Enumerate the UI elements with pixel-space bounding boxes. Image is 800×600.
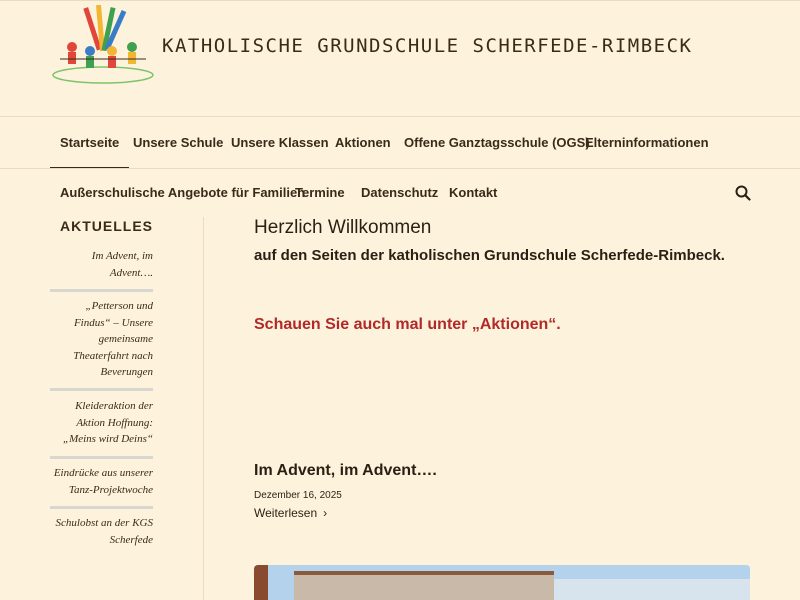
welcome-subtitle: auf den Seiten der katholischen Grundsch… <box>254 247 725 264</box>
post-image-scene <box>254 565 750 600</box>
secondary-navigation: Außerschulische Angebote für Familien Te… <box>50 169 750 217</box>
nav-item-startseite[interactable]: Startseite <box>50 118 130 169</box>
nav-item-unsere-schule[interactable]: Unsere Schule <box>133 118 223 168</box>
post-date: Dezember 16, 2025 <box>254 490 342 501</box>
sidebar-separator <box>50 388 153 391</box>
post-image[interactable] <box>254 565 750 600</box>
post-title[interactable]: Im Advent, im Advent…. <box>254 462 437 480</box>
nav-item-datenschutz[interactable]: Datenschutz <box>361 169 438 217</box>
sidebar-news-item[interactable]: „Petterson und Findus“ – Unsere gemeinsa… <box>50 298 153 381</box>
sidebar-news-item[interactable]: Eindrücke aus unserer Tanz-Projektwoche <box>50 465 153 498</box>
welcome-title: Herzlich Willkommen <box>254 217 432 238</box>
nav-item-unsere-klassen[interactable]: Unsere Klassen <box>231 118 329 168</box>
sidebar-heading: AKTUELLES <box>60 218 153 234</box>
school-logo[interactable] <box>50 5 156 85</box>
sidebar-divider <box>203 217 204 600</box>
nav-item-ausserschulische-angebote[interactable]: Außerschulische Angebote für Familien <box>60 169 305 217</box>
sidebar-news-item[interactable]: Schulobst an der KGS Scherfede <box>50 515 153 548</box>
chevron-right-icon: › <box>323 506 328 520</box>
sidebar-news-item[interactable]: Im Advent, im Advent…. <box>50 248 153 281</box>
sidebar-separator <box>50 289 153 292</box>
read-more-link[interactable]: Weiterlesen › <box>254 506 327 520</box>
sidebar-news-item[interactable]: Kleideraktion der Aktion Hoffnung: „Mein… <box>50 398 153 448</box>
nav-item-elterninformationen[interactable]: Elterninformationen <box>585 118 709 168</box>
nav-item-ogs[interactable]: Offene Ganztagsschule (OGS) <box>404 118 590 168</box>
aktionen-hint: Schauen Sie auch mal unter „Aktionen“. <box>254 316 561 333</box>
site-title[interactable]: KATHOLISCHE GRUNDSCHULE SCHERFEDE-RIMBEC… <box>162 35 693 57</box>
nav-item-termine[interactable]: Termine <box>295 169 345 217</box>
sidebar-separator <box>50 506 153 509</box>
search-icon[interactable] <box>735 185 751 201</box>
nav-item-aktionen[interactable]: Aktionen <box>335 118 391 168</box>
read-more-label: Weiterlesen <box>254 506 318 520</box>
sidebar-separator <box>50 456 153 459</box>
primary-navigation: Startseite Unsere Schule Unsere Klassen … <box>50 118 750 169</box>
site-header: KATHOLISCHE GRUNDSCHULE SCHERFEDE-RIMBEC… <box>0 0 800 117</box>
nav-item-kontakt[interactable]: Kontakt <box>449 169 497 217</box>
